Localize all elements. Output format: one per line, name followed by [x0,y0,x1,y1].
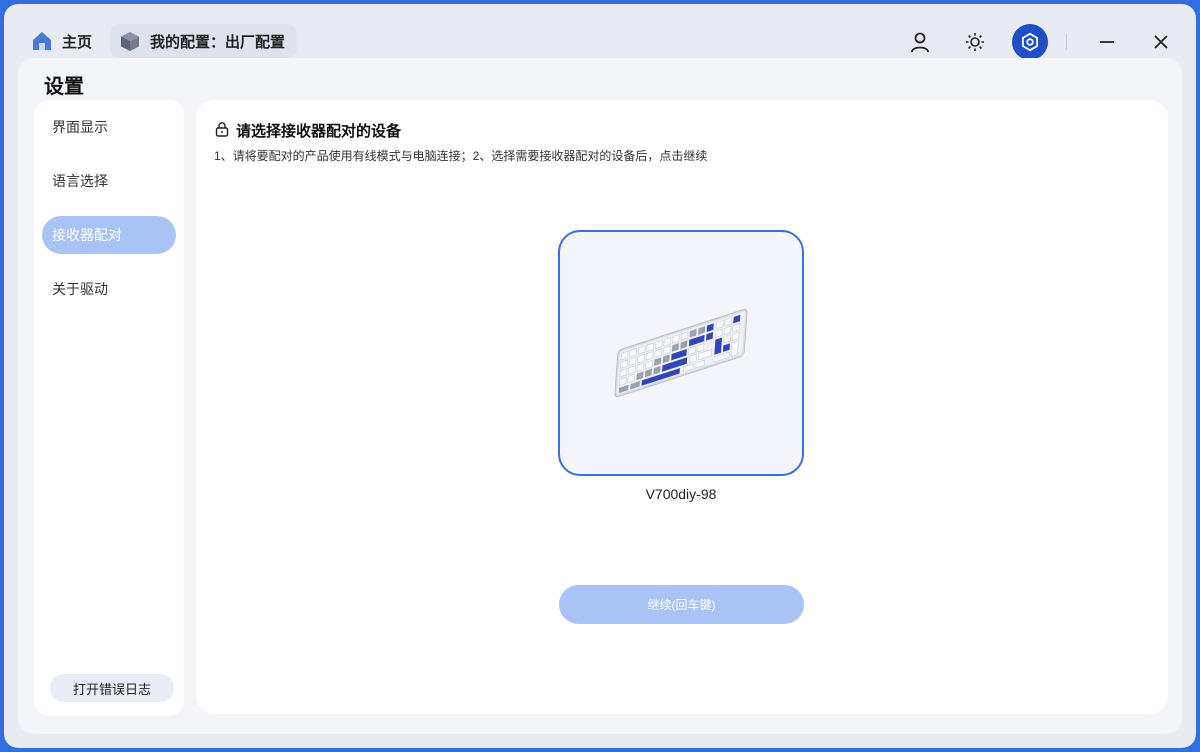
sidebar-item-display[interactable]: 界面显示 [42,108,176,146]
sidebar-item-label: 界面显示 [52,119,108,135]
sidebar-item-language[interactable]: 语言选择 [42,162,176,200]
instructions-text: 1、请将要配对的产品使用有线模式与电脑连接；2、选择需要接收器配对的设备后，点击… [214,149,708,163]
heading-text: 请选择接收器配对的设备 [236,123,402,140]
minimize-icon[interactable] [1089,24,1125,60]
topbar-divider [1066,34,1067,50]
user-icon[interactable] [902,24,938,60]
keyboard-image [614,308,748,398]
settings-icon[interactable] [1012,24,1048,60]
sidebar-item-receiver-pairing[interactable]: 接收器配对 [42,216,176,254]
sidebar-item-label: 接收器配对 [52,227,122,243]
lock-icon [214,121,230,141]
settings-sidebar: 界面显示 语言选择 接收器配对 关于驱动 打开错误日志 [34,100,184,716]
sidebar-item-label: 语言选择 [52,173,108,189]
continue-button[interactable]: 继续(回车键) [559,585,804,624]
close-icon[interactable] [1143,24,1179,60]
home-icon [30,29,54,53]
app-window: 主页 我的配置：出厂配置 设置 界面显示 语言选择 接收器配对 关于驱动 打开错… [4,4,1196,748]
brightness-icon[interactable] [957,24,993,60]
tab-config[interactable]: 我的配置：出厂配置 [110,24,298,58]
tab-home-label: 主页 [62,33,93,51]
content-heading: 请选择接收器配对的设备 [214,120,401,141]
pairing-content: 请选择接收器配对的设备 1、请将要配对的产品使用有线模式与电脑连接；2、选择需要… [196,100,1168,714]
sidebar-item-about[interactable]: 关于驱动 [42,270,176,308]
open-error-log-button[interactable]: 打开错误日志 [50,674,174,702]
sidebar-item-label: 关于驱动 [52,281,108,297]
tab-config-label: 我的配置：出厂配置 [150,33,286,51]
cube-icon [118,29,142,53]
tab-home[interactable]: 主页 [22,24,104,58]
device-card[interactable] [558,230,804,476]
page-title: 设置 [44,76,84,98]
settings-panel: 设置 界面显示 语言选择 接收器配对 关于驱动 打开错误日志 请选择接收器配对的… [18,58,1182,734]
device-name: V700diy-98 [645,486,717,502]
